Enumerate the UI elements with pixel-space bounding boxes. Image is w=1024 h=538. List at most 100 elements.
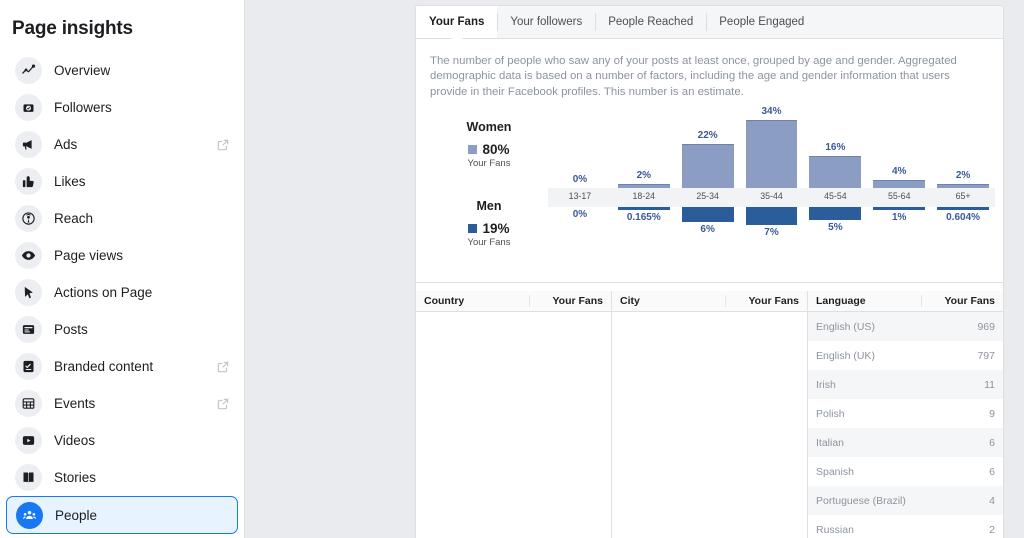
bar-label-men-45-54: 5% — [828, 222, 843, 234]
bar-women-13-17 — [554, 112, 606, 188]
sidebar-item-page-views[interactable]: Page views — [6, 237, 238, 274]
table-cell-value: 797 — [977, 349, 995, 362]
chart-legend: Women 80% Your Fans Men 19% Your Fans — [430, 108, 548, 268]
table-row[interactable]: Russian 2 — [808, 515, 1003, 538]
sidebar-item-branded-content[interactable]: Branded content — [6, 348, 238, 385]
table-city: City Your Fans — [612, 291, 808, 538]
table-country: Country Your Fans — [416, 291, 612, 538]
age-label-25-34: 25-34 — [696, 191, 719, 202]
age-gender-chart: Women 80% Your Fans Men 19% Your Fans 0%… — [416, 106, 1003, 268]
sidebar-item-people[interactable]: People — [6, 496, 238, 534]
page-scrollbar[interactable] — [1016, 0, 1022, 538]
sidebar-item-reach[interactable]: Reach — [6, 200, 238, 237]
followers-icon — [15, 94, 42, 121]
bar-women-18-24 — [617, 112, 670, 189]
table-cell-name: English (UK) — [816, 349, 875, 362]
chart-description: The number of people who saw any of your… — [430, 55, 957, 98]
cursor-icon — [15, 279, 42, 306]
sidebar-item-likes[interactable]: Likes — [6, 163, 238, 200]
table-cell-value: 6 — [989, 436, 995, 449]
tab-label: Your Fans — [429, 16, 485, 28]
table-row[interactable]: English (UK) 797 — [808, 341, 1003, 371]
table-row[interactable]: Irish 11 — [808, 370, 1003, 400]
bar-group-35-44[interactable]: 34% 35-44 7% — [740, 106, 804, 238]
tab-people-engaged[interactable]: People Engaged — [706, 6, 817, 38]
table-header-value: Your Fans — [921, 295, 1003, 308]
book-icon — [15, 464, 42, 491]
sidebar-item-overview[interactable]: Overview — [6, 52, 238, 89]
bar-group-18-24[interactable]: 2% 18-24 0.165% — [612, 112, 676, 232]
bar-group-25-34[interactable]: 22% 25-34 6% — [676, 112, 740, 236]
bar-label-men-55-64: 1% — [892, 212, 907, 224]
legend-women-sublabel: Your Fans — [467, 158, 511, 170]
age-label-18-24: 18-24 — [632, 191, 656, 202]
bar-women-35-44 — [745, 112, 798, 189]
sidebar: Page insights Overview Followers Ads Likes R… — [0, 0, 245, 538]
bar-group-65+[interactable]: 2% 65+ 0.604% — [931, 112, 995, 232]
tab-label: People Engaged — [719, 16, 805, 28]
legend-men-percent: 19% — [482, 221, 510, 237]
bar-group-55-64[interactable]: 4% 55-64 1% — [867, 112, 931, 232]
table-header: Language Your Fans — [808, 291, 1003, 313]
table-row[interactable]: Polish 9 — [808, 399, 1003, 429]
table-header-value: Your Fans — [725, 295, 807, 308]
table-cell-value: 969 — [977, 320, 995, 333]
external-link-icon[interactable] — [216, 138, 230, 152]
bar-label-men-25-34: 6% — [700, 224, 715, 236]
sidebar-item-ads[interactable]: Ads — [6, 126, 238, 163]
external-link-icon[interactable] — [216, 397, 230, 411]
table-row[interactable]: Portuguese (Brazil) 4 — [808, 486, 1003, 516]
legend-women-label: Women — [466, 120, 512, 135]
sidebar-item-stories[interactable]: Stories — [6, 459, 238, 496]
table-cell-value: 9 — [989, 407, 995, 420]
table-row[interactable]: English (US) 969 — [808, 312, 1003, 342]
main-content: Your Fans Your followers People Reached Peo… — [245, 0, 1024, 538]
tab-label: Your followers — [510, 16, 583, 28]
age-label-13-17: 13-17 — [568, 191, 592, 202]
bar-group-13-17[interactable]: 0% 13-17 0% — [548, 112, 612, 232]
legend-women-row: 80% — [430, 142, 548, 157]
sidebar-item-followers[interactable]: Followers — [6, 89, 238, 126]
table-header-name: Country — [424, 295, 465, 308]
table-header: City Your Fans — [612, 291, 807, 313]
age-label-45-54: 45-54 — [824, 191, 847, 202]
bar-label-men-13-17: 0% — [572, 209, 588, 221]
legend-women: Women 80% Your Fans — [430, 120, 548, 169]
table-body: English (US) 969 English (UK) 797 Irish 11 Pol… — [808, 312, 1003, 538]
legend-women-swatch — [468, 145, 478, 155]
video-play-icon — [15, 427, 42, 454]
table-cell-value: 6 — [989, 465, 995, 478]
sidebar-item-videos[interactable]: Videos — [6, 422, 238, 459]
bar-group-45-54[interactable]: 16% 45-54 5% — [803, 112, 867, 234]
sidebar-item-label: Videos — [54, 433, 96, 448]
sidebar-item-events[interactable]: Events — [6, 385, 238, 422]
tab-your-followers[interactable]: Your followers — [497, 6, 595, 38]
table-header-name: Language — [816, 295, 866, 308]
sidebar-item-posts[interactable]: Posts — [6, 311, 238, 348]
bar-women-65+ — [937, 112, 990, 189]
table-cell-name: Irish — [816, 378, 836, 391]
table-cell-name: Spanish — [816, 465, 854, 478]
legend-men-sublabel: Your Fans — [467, 237, 511, 249]
calendar-grid-icon — [15, 390, 42, 417]
trend-line-icon — [15, 57, 42, 84]
sidebar-item-label: Branded content — [54, 359, 154, 374]
table-cell-value: 2 — [989, 523, 995, 536]
table-cell-name: English (US) — [816, 320, 875, 333]
eye-icon — [15, 242, 42, 269]
thumbs-up-icon — [15, 168, 42, 195]
table-row[interactable]: Italian 6 — [808, 428, 1003, 458]
table-cell-name: Portuguese (Brazil) — [816, 494, 906, 507]
tab-your-fans[interactable]: Your Fans — [416, 6, 498, 44]
people-group-icon — [16, 501, 43, 529]
external-link-icon[interactable] — [216, 360, 230, 374]
sidebar-item-actions-on-page[interactable]: Actions on Page — [6, 274, 238, 311]
table-header: Country Your Fans — [416, 291, 611, 313]
sidebar-item-label: Actions on Page — [54, 285, 153, 300]
tab-people-reached[interactable]: People Reached — [595, 6, 706, 38]
sidebar-item-label: Events — [54, 396, 96, 411]
table-row[interactable]: Spanish 6 — [808, 457, 1003, 487]
post-icon — [15, 316, 42, 343]
bar-women-45-54 — [809, 112, 862, 189]
age-label-35-44: 35-44 — [760, 191, 783, 202]
